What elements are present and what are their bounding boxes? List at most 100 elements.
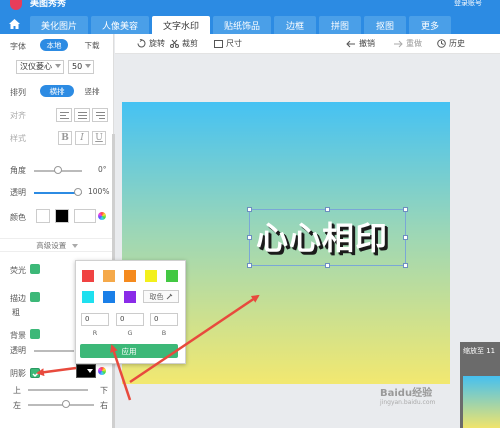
title-bar: 美图秀秀 登录账号 <box>0 0 500 14</box>
resize-handle-tl[interactable] <box>247 207 252 212</box>
tab-frames[interactable]: 边框 <box>274 16 316 34</box>
font-family-select[interactable]: 汉仪菱心 <box>16 60 64 74</box>
clock-icon <box>437 39 446 48</box>
redo-icon <box>394 40 403 47</box>
tab-collage[interactable]: 拼图 <box>319 16 361 34</box>
color-swatch-orange[interactable] <box>124 270 136 282</box>
font-download-toggle[interactable]: 下载 <box>78 39 106 51</box>
italic-button[interactable]: I <box>75 131 89 145</box>
resize-handle-bl[interactable] <box>247 263 252 268</box>
glow-checkbox[interactable] <box>30 264 40 274</box>
glow-label: 荧光 <box>10 266 26 275</box>
font-family-value: 汉仪菱心 <box>20 62 52 71</box>
opacity-slider-handle[interactable] <box>74 188 82 196</box>
crop-button[interactable]: 裁剪 <box>170 38 198 49</box>
advanced-settings-toggle[interactable]: 高级设置 <box>0 238 114 252</box>
shadow-color-wheel-icon[interactable] <box>98 367 106 375</box>
resize-handle-br[interactable] <box>403 263 408 268</box>
shadow-vertical-track[interactable] <box>28 389 88 391</box>
main-tab-bar: 美化图片 人像美容 文字水印 贴纸饰品 边框 拼图 抠图 更多 <box>0 14 500 34</box>
zoom-label: 缩放至 11 <box>463 347 496 355</box>
shadow-horizontal-track[interactable] <box>28 404 94 406</box>
app-logo-icon <box>10 0 22 10</box>
app-title: 美图秀秀 <box>30 0 67 8</box>
shadow-right-label: 右 <box>100 401 108 410</box>
background-checkbox[interactable] <box>30 329 40 339</box>
align-right-button[interactable] <box>92 108 108 122</box>
scissors-icon <box>170 39 179 48</box>
history-button[interactable]: 历史 <box>437 38 465 49</box>
color-swatch-white[interactable] <box>36 209 50 223</box>
tab-stickers[interactable]: 贴纸饰品 <box>213 16 271 34</box>
angle-slider-handle[interactable] <box>54 166 62 174</box>
color-swatch-custom[interactable] <box>74 209 96 223</box>
chevron-down-icon <box>85 64 91 68</box>
color-picker-popup: 取色 0 0 0 R G B 应用 <box>75 260 186 364</box>
history-label: 历史 <box>449 39 465 48</box>
shadow-checkbox[interactable] <box>30 368 40 378</box>
watermark-text[interactable]: 心心相印 <box>256 220 388 256</box>
color-swatch-purple[interactable] <box>124 291 136 303</box>
green-input[interactable]: 0 <box>116 313 144 326</box>
redo-button[interactable]: 重做 <box>393 38 422 49</box>
resize-handle-ml[interactable] <box>247 235 252 240</box>
color-swatch-green[interactable] <box>166 270 178 282</box>
resize-handle-bm[interactable] <box>325 263 330 268</box>
red-input[interactable]: 0 <box>81 313 109 326</box>
font-label: 字体 <box>10 42 26 51</box>
font-local-toggle[interactable]: 本地 <box>40 39 68 51</box>
home-icon <box>8 19 20 29</box>
undo-icon <box>346 40 355 47</box>
shadow-color-swatch[interactable] <box>76 364 96 378</box>
eyedropper-label: 取色 <box>149 292 164 301</box>
eyedropper-button[interactable]: 取色 <box>143 290 179 303</box>
layout-vertical-toggle[interactable]: 竖排 <box>78 85 106 97</box>
rotate-button[interactable]: 旋转 <box>137 38 165 49</box>
size-button[interactable]: 尺寸 <box>214 38 242 49</box>
eyedropper-icon <box>166 293 172 300</box>
layout-horizontal-toggle[interactable]: 横排 <box>40 85 74 97</box>
resize-handle-tm[interactable] <box>325 207 330 212</box>
tab-cutout[interactable]: 抠图 <box>364 16 406 34</box>
underline-button[interactable]: U <box>92 131 106 145</box>
shadow-horizontal-handle[interactable] <box>62 400 70 408</box>
color-swatch-black[interactable] <box>55 209 69 223</box>
color-swatch-red[interactable] <box>82 270 94 282</box>
chevron-down-icon <box>71 244 78 248</box>
tab-text-watermark[interactable]: 文字水印 <box>152 16 210 34</box>
layout-label: 排列 <box>10 88 26 97</box>
text-settings-panel: 字体 本地 下载 汉仪菱心 50 排列 横排 竖排 对齐 样式 B I U 角度… <box>0 34 115 428</box>
tab-portrait[interactable]: 人像美容 <box>91 16 149 34</box>
baidu-url: jingyan.baidu.com <box>380 399 436 406</box>
align-label: 对齐 <box>10 111 26 120</box>
tab-beautify[interactable]: 美化图片 <box>30 16 88 34</box>
font-size-select[interactable]: 50 <box>68 60 94 74</box>
blue-input[interactable]: 0 <box>150 313 178 326</box>
bold-button[interactable]: B <box>58 131 72 145</box>
color-swatch-cyan[interactable] <box>82 291 94 303</box>
color-swatch-yellow[interactable] <box>145 270 157 282</box>
color-wheel-icon[interactable] <box>98 212 106 220</box>
resize-handle-tr[interactable] <box>403 207 408 212</box>
rotate-label: 旋转 <box>149 39 165 48</box>
size-label: 尺寸 <box>226 39 242 48</box>
home-tab[interactable] <box>0 14 28 34</box>
apply-button[interactable]: 应用 <box>80 344 178 358</box>
style-label: 样式 <box>10 134 26 143</box>
baidu-brand: Baidu经验 <box>380 388 433 399</box>
color-swatch-blue[interactable] <box>103 291 115 303</box>
align-left-button[interactable] <box>56 108 72 122</box>
crop-label: 裁剪 <box>182 39 198 48</box>
resize-handle-mr[interactable] <box>403 235 408 240</box>
align-center-button[interactable] <box>74 108 90 122</box>
login-link[interactable]: 登录账号 <box>454 0 482 7</box>
tab-more[interactable]: 更多 <box>409 16 451 34</box>
stroke-checkbox[interactable] <box>30 292 40 302</box>
color-swatch-light-orange[interactable] <box>103 270 115 282</box>
chevron-down-icon <box>55 64 61 68</box>
background-opacity-track[interactable] <box>34 350 74 352</box>
undo-button[interactable]: 撤销 <box>346 38 375 49</box>
green-label: G <box>127 329 133 337</box>
opacity-slider-fill <box>34 192 78 194</box>
edit-toolbar: 旋转 裁剪 尺寸 撤销 重做 历史 <box>115 34 500 54</box>
